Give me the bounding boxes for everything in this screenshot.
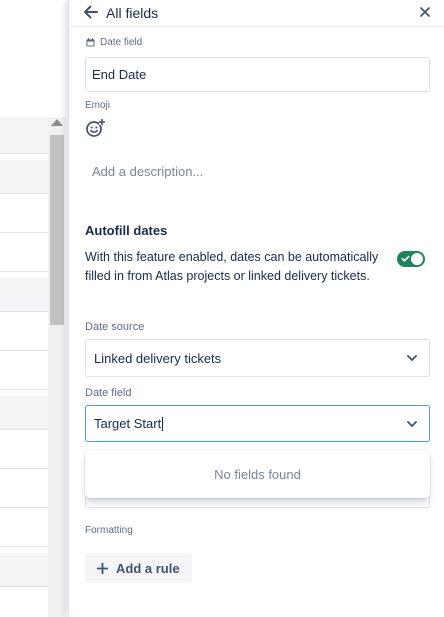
scrollbar-thumb[interactable] (50, 135, 64, 325)
table-row (0, 507, 48, 508)
autofill-toggle[interactable] (397, 251, 425, 267)
add-rule-button[interactable]: Add a rule (85, 553, 192, 583)
panel-title: All fields (106, 5, 159, 21)
table-header-band (0, 117, 48, 153)
description-input[interactable]: Add a description... (92, 164, 203, 179)
check-icon (401, 255, 410, 262)
date-field-select[interactable]: Target Start (85, 405, 430, 442)
table-row (0, 429, 48, 430)
formatting-label: Formatting (85, 525, 133, 536)
table-row (0, 468, 48, 469)
close-button[interactable] (416, 3, 434, 21)
field-name-input[interactable]: End Date (85, 57, 430, 92)
table-group-band (0, 278, 48, 311)
table-group-band (0, 160, 48, 193)
back-button[interactable] (81, 2, 101, 22)
table-row (0, 232, 48, 233)
scroll-up-arrow-icon[interactable] (51, 119, 63, 126)
background-table (0, 0, 68, 617)
table-row (0, 311, 48, 312)
calendar-icon (86, 38, 95, 47)
plus-icon (97, 562, 108, 574)
add-rule-label: Add a rule (116, 560, 180, 576)
emoji-label: Emoji (85, 100, 111, 111)
toggle-knob (411, 253, 423, 265)
field-name-value: End Date (92, 67, 147, 82)
table-row (0, 271, 48, 272)
table-row (0, 350, 48, 351)
autofill-description: With this feature enabled, dates can be … (85, 250, 379, 283)
date-source-value: Linked delivery tickets (94, 350, 222, 366)
text-caret (162, 416, 164, 431)
table-row (0, 586, 48, 587)
add-emoji-icon (86, 118, 106, 137)
close-icon (420, 7, 430, 17)
chevron-down-icon (407, 355, 417, 361)
date-field-dropdown-menu: No fields found (85, 450, 430, 498)
date-source-label: Date source (85, 321, 145, 333)
panel-header: All fields (69, 0, 444, 27)
field-type-text: Date field (100, 37, 143, 48)
chevron-down-icon (407, 420, 417, 427)
table-group-band (0, 396, 48, 429)
table-row (0, 153, 48, 154)
date-source-select[interactable]: Linked delivery tickets (85, 339, 430, 377)
date-field-input-value: Target Start (94, 416, 162, 431)
table-row (0, 389, 48, 390)
table-row (0, 193, 48, 194)
field-type-label: Date field (86, 37, 142, 48)
table-group-band (0, 553, 48, 586)
field-settings-panel: All fields Date field End Date Emoji Add (68, 0, 444, 617)
autofill-title: Autofill dates (85, 223, 168, 238)
date-field-label: Date field (85, 387, 132, 399)
table-row (0, 546, 48, 547)
no-fields-message: No fields found (214, 466, 301, 482)
add-emoji-button[interactable] (85, 118, 106, 138)
arrow-left-icon (84, 5, 98, 19)
